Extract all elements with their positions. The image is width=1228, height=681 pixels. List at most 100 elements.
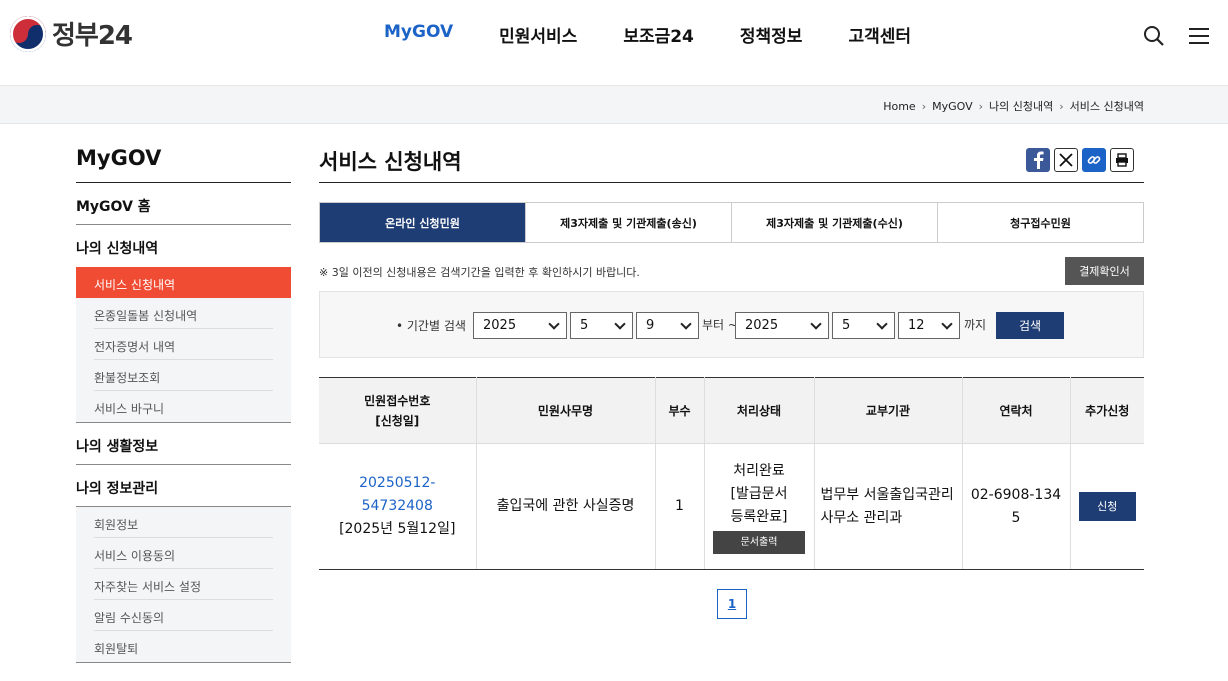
from-month-select[interactable]: 5	[570, 312, 633, 339]
print-icon[interactable]	[1110, 148, 1134, 172]
contact-line-2: 5	[1011, 509, 1021, 526]
nav-policy-info[interactable]: 정책정보	[740, 22, 803, 47]
header-apply-date: [신청일]	[375, 413, 420, 428]
print-document-button[interactable]: 문서출력	[713, 530, 805, 554]
from-month-value: 5	[580, 318, 589, 333]
cell-contact: 02-6908-134 5	[962, 443, 1071, 570]
main-nav: MyGOV 민원서비스 보조금24 정책정보 고객센터	[384, 22, 957, 47]
sidebar-item-service-consent[interactable]: 서비스 이용동의	[94, 538, 273, 569]
application-tabs: 온라인 신청민원 제3자제출 및 기관제출(송신) 제3자제출 및 기관제출(수…	[319, 202, 1144, 243]
share-buttons	[1022, 148, 1134, 172]
agency-line-2: 사무소 관리과	[820, 509, 903, 526]
col-header-agency: 교부기관	[814, 377, 963, 444]
chevron-down-icon	[548, 318, 560, 330]
sidebar-submenu-applications: 서비스 신청내역 온종일돌봄 신청내역 전자증명서 내역 환불정보조회 서비스 …	[76, 267, 291, 423]
status-line-1: 처리완료	[733, 462, 785, 479]
sidebar-group-my-applications[interactable]: 나의 신청내역	[76, 225, 291, 267]
agency-line-1: 법무부 서울출입국관리	[820, 486, 954, 503]
sidebar-title: MyGOV	[76, 140, 291, 183]
taegeuk-logo-icon	[10, 15, 46, 52]
col-header-receipt-no: 민원접수번호 [신청일]	[319, 377, 477, 444]
notice-text: ※ 3일 이전의 신청내용은 검색기간을 입력한 후 확인하시기 바랍니다.	[319, 266, 640, 279]
x-twitter-icon[interactable]	[1054, 148, 1078, 172]
nav-customer-center[interactable]: 고객센터	[848, 22, 911, 47]
receipt-number-link[interactable]: 20250512-54732408	[359, 475, 435, 514]
breadcrumb-my-applications[interactable]: 나의 신청내역	[989, 98, 1053, 114]
tab-third-party-sent[interactable]: 제3자제출 및 기관제출(송신)	[526, 203, 732, 242]
facebook-icon[interactable]	[1026, 148, 1050, 172]
to-day-value: 12	[908, 318, 925, 333]
period-search-box: • 기간별 검색 2025 5 9 부터 ~ 2025 5 12 까지 검색	[319, 291, 1144, 358]
table-header-row: 민원접수번호 [신청일] 민원사무명 부수 처리상태 교부기관 연락처 추가신청	[319, 377, 1144, 444]
sidebar-group-life-info[interactable]: 나의 생활정보	[76, 423, 291, 465]
sidebar-item-refund-info[interactable]: 환불정보조회	[94, 360, 273, 391]
chevron-down-icon	[941, 318, 953, 330]
site-logo[interactable]: 정부24	[10, 15, 133, 52]
contact-line-1: 02-6908-134	[970, 486, 1062, 503]
tab-third-party-received[interactable]: 제3자제출 및 기관제출(수신)	[732, 203, 938, 242]
logo-text: 정부24	[52, 21, 133, 51]
col-header-service-name: 민원사무명	[476, 377, 656, 444]
sidebar-item-favorite-services[interactable]: 자주찾는 서비스 설정	[94, 569, 273, 600]
page-number-1[interactable]: 1	[717, 589, 747, 619]
from-year-select[interactable]: 2025	[473, 312, 567, 339]
breadcrumb: Home › MyGOV › 나의 신청내역 › 서비스 신청내역	[883, 98, 1144, 114]
from-year-value: 2025	[483, 318, 517, 333]
nav-subsidy24[interactable]: 보조금24	[623, 22, 694, 47]
sidebar-submenu-info-management: 회원정보 서비스 이용동의 자주찾는 서비스 설정 알림 수신동의 회원탈퇴	[76, 507, 291, 663]
to-text: 까지	[964, 318, 987, 332]
period-search-button[interactable]: 검색	[996, 312, 1064, 339]
breadcrumb-home[interactable]: Home	[883, 100, 915, 113]
sidebar-item-service-basket[interactable]: 서비스 바구니	[94, 391, 273, 422]
from-day-value: 9	[646, 318, 655, 333]
to-day-select[interactable]: 12	[898, 312, 960, 339]
chevron-right-icon: ›	[921, 99, 927, 113]
sidebar-item-allday-care[interactable]: 온종일돌봄 신청내역	[94, 298, 273, 329]
nav-civil-service[interactable]: 민원서비스	[499, 22, 577, 47]
status-line-2: [발급문서	[730, 485, 788, 502]
to-month-value: 5	[842, 318, 851, 333]
chevron-down-icon	[876, 318, 888, 330]
chevron-down-icon	[810, 318, 822, 330]
payment-receipt-button[interactable]: 결제확인서	[1065, 257, 1144, 285]
search-icon[interactable]	[1142, 24, 1166, 48]
breadcrumb-mygov[interactable]: MyGOV	[932, 100, 973, 113]
col-header-count: 부수	[655, 377, 705, 444]
from-day-select[interactable]: 9	[636, 312, 699, 339]
applications-table: 민원접수번호 [신청일] 민원사무명 부수 처리상태 교부기관 연락처 추가신청 …	[319, 377, 1144, 570]
sidebar-item-service-applications[interactable]: 서비스 신청내역	[76, 267, 291, 298]
table-row: 20250512-54732408 [2025년 5월12일] 출입국에 관한 …	[319, 443, 1144, 570]
page-title: 서비스 신청내역	[319, 140, 1144, 183]
sidebar-item-notification-consent[interactable]: 알림 수신동의	[94, 600, 273, 631]
sidebar: MyGOV MyGOV 홈 나의 신청내역 서비스 신청내역 온종일돌봄 신청내…	[76, 140, 291, 663]
to-year-select[interactable]: 2025	[735, 312, 829, 339]
header-receipt-no: 민원접수번호	[364, 393, 431, 408]
cell-receipt: 20250512-54732408 [2025년 5월12일]	[319, 443, 477, 570]
sidebar-item-member-info[interactable]: 회원정보	[94, 507, 273, 538]
sidebar-item-withdraw[interactable]: 회원탈퇴	[94, 631, 273, 662]
cell-additional: 신청	[1070, 443, 1144, 570]
breadcrumb-bar: Home › MyGOV › 나의 신청내역 › 서비스 신청내역	[0, 86, 1228, 124]
site-header: 정부24 MyGOV 민원서비스 보조금24 정책정보 고객센터	[0, 0, 1228, 86]
col-header-contact: 연락처	[962, 377, 1071, 444]
sidebar-group-info-management[interactable]: 나의 정보관리	[76, 465, 291, 507]
sidebar-item-e-certificates[interactable]: 전자증명서 내역	[94, 329, 273, 360]
sidebar-item-mygov-home[interactable]: MyGOV 홈	[76, 183, 291, 225]
cell-agency: 법무부 서울출입국관리 사무소 관리과	[814, 443, 963, 570]
status-line-3: 등록완료]	[730, 508, 788, 525]
period-search-label: • 기간별 검색	[396, 319, 466, 333]
nav-mygov[interactable]: MyGOV	[384, 22, 453, 47]
col-header-status: 처리상태	[704, 377, 815, 444]
to-year-value: 2025	[745, 318, 779, 333]
tab-online-applications[interactable]: 온라인 신청민원	[320, 203, 526, 242]
menu-icon[interactable]	[1187, 24, 1211, 48]
main-content: 서비스 신청내역 온라인 신청민원 제3자제출 및 기관제출(송신) 제3자제출…	[319, 140, 1144, 570]
to-month-select[interactable]: 5	[832, 312, 895, 339]
tab-claim-received[interactable]: 청구접수민원	[938, 203, 1143, 242]
chevron-down-icon	[614, 318, 626, 330]
cell-service-name: 출입국에 관한 사실증명	[476, 443, 656, 570]
apply-button[interactable]: 신청	[1078, 492, 1136, 521]
link-copy-icon[interactable]	[1082, 148, 1106, 172]
chevron-right-icon: ›	[1059, 99, 1064, 113]
cell-status: 처리완료 [발급문서 등록완료] 문서출력	[704, 443, 815, 570]
